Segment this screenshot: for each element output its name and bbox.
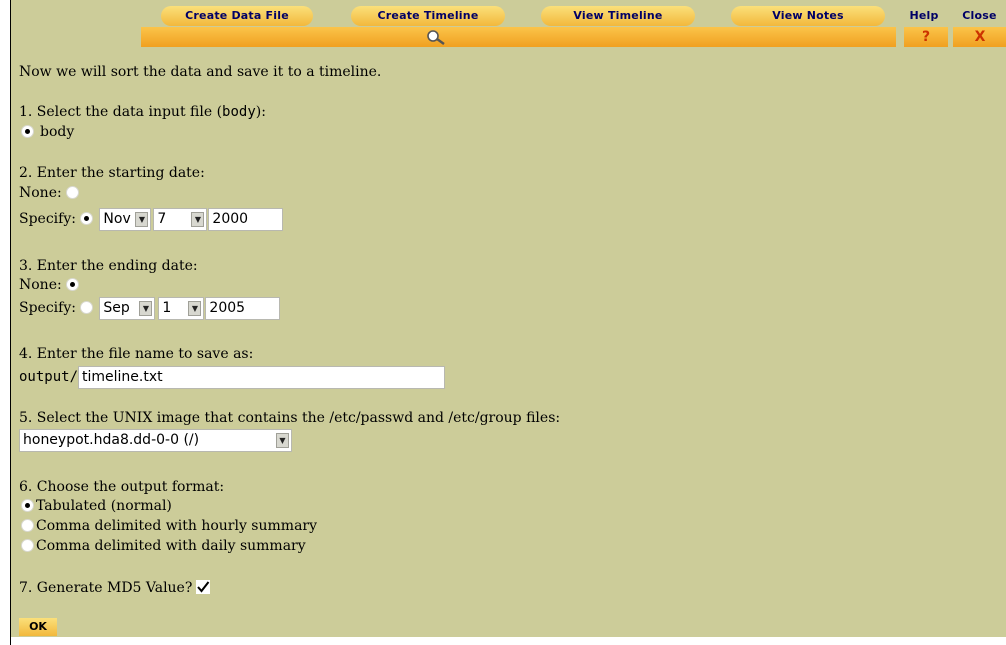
tab-help[interactable]: Help (902, 6, 946, 26)
end-day-value: 1 (162, 299, 172, 316)
tab-view-timeline[interactable]: View Timeline (541, 6, 695, 26)
end-day-select[interactable]: 1 ▼ (158, 296, 205, 320)
checkmark-icon (197, 581, 210, 593)
format-label-hourly: Comma delimited with hourly summary (36, 518, 318, 534)
tab-view-notes-label: View Notes (772, 9, 844, 22)
nav-tabs-row: Create Data File Create Timeline View Ti… (11, 6, 1006, 26)
start-none-row: None: (19, 183, 85, 203)
start-month-select[interactable]: Nov ▼ (99, 207, 152, 231)
close-icon[interactable]: X (962, 27, 998, 47)
body-radio-label: body (40, 124, 75, 140)
end-specify-row: Specify: Sep ▼ 1 ▼ 2005 (19, 296, 281, 320)
end-none-row: None: (19, 275, 85, 295)
format-radio-hourly[interactable] (21, 518, 34, 532)
format-radio-tabulated[interactable] (21, 498, 34, 512)
tab-close[interactable]: Close (953, 6, 1006, 26)
step5-heading: 5. Select the UNIX image that contains t… (19, 410, 561, 426)
format-radio-daily[interactable] (21, 538, 34, 552)
end-month-select[interactable]: Sep ▼ (99, 296, 156, 320)
md5-label: 7. Generate MD5 Value? (19, 580, 193, 596)
format-option-1: Comma delimited with hourly summary (21, 516, 317, 536)
end-month-value: Sep (103, 299, 130, 316)
ok-button[interactable]: OK (19, 618, 57, 636)
start-year-input[interactable]: 2000 (208, 207, 284, 231)
step1-heading: 1. Select the data input file (body): (19, 102, 266, 122)
tab-create-timeline[interactable]: Create Timeline (351, 6, 505, 26)
md5-checkbox[interactable] (196, 580, 211, 594)
tab-view-notes[interactable]: View Notes (731, 6, 885, 26)
unix-image-select[interactable]: honeypot.hda8.dd-0-0 (/) ▼ (19, 428, 292, 452)
top-navigation: Create Data File Create Timeline View Ti… (11, 0, 1006, 47)
format-option-2: Comma delimited with daily summary (21, 536, 306, 556)
unix-image-value: honeypot.hda8.dd-0-0 (/) (23, 431, 200, 448)
end-none-radio[interactable] (66, 277, 80, 291)
output-prefix: output/ (19, 369, 79, 385)
timeline-page: Create Data File Create Timeline View Ti… (11, 0, 1006, 637)
chevron-down-icon: ▼ (135, 211, 149, 227)
timeline-form: Now we will sort the data and save it to… (11, 47, 1006, 637)
tab-view-timeline-label: View Timeline (573, 9, 663, 22)
help-icon[interactable]: ? (908, 27, 944, 47)
end-specify-label: Specify: (19, 300, 76, 316)
step1-label-suffix: ): (255, 104, 266, 120)
help-symbol: ? (921, 29, 931, 45)
md5-row: 7. Generate MD5 Value? (19, 578, 211, 598)
start-specify-row: Specify: Nov ▼ 7 ▼ 2000 (19, 207, 284, 231)
step2-heading: 2. Enter the starting date: (19, 165, 205, 181)
chevron-down-icon: ▼ (139, 300, 153, 316)
start-none-label: None: (19, 185, 62, 201)
tab-create-timeline-label: Create Timeline (377, 9, 479, 22)
magnifier-icon[interactable] (424, 29, 448, 45)
filename-row: output/timeline.txt (19, 365, 446, 389)
end-specify-radio[interactable] (80, 300, 94, 314)
format-option-0: Tabulated (normal) (21, 496, 172, 516)
start-specify-radio[interactable] (80, 211, 94, 225)
start-none-radio[interactable] (66, 185, 80, 199)
start-month-value: Nov (103, 210, 131, 227)
close-symbol: X (974, 29, 986, 45)
end-year-input[interactable]: 2005 (205, 296, 281, 320)
start-day-select[interactable]: 7 ▼ (153, 207, 208, 231)
body-radio[interactable] (21, 124, 34, 138)
intro-text: Now we will sort the data and save it to… (19, 64, 382, 80)
format-label-daily: Comma delimited with daily summary (36, 538, 306, 554)
step1-label-mono: body (222, 104, 256, 120)
start-day-value: 7 (157, 210, 167, 227)
chevron-down-icon: ▼ (191, 211, 205, 227)
start-specify-label: Specify: (19, 211, 76, 227)
step6-heading: 6. Choose the output format: (19, 479, 225, 495)
step1-option-row: body (19, 122, 74, 142)
step4-heading: 4. Enter the file name to save as: (19, 346, 254, 362)
tab-close-label: Close (962, 9, 997, 22)
filename-input[interactable]: timeline.txt (78, 365, 446, 389)
end-none-label: None: (19, 277, 62, 293)
format-label-tabulated: Tabulated (normal) (36, 498, 172, 514)
chevron-down-icon: ▼ (276, 432, 289, 448)
tab-create-data-file-label: Create Data File (185, 9, 289, 22)
tab-help-label: Help (909, 9, 939, 22)
step3-heading: 3. Enter the ending date: (19, 258, 198, 274)
chevron-down-icon: ▼ (188, 300, 202, 316)
nav-icons-row: ? X (11, 27, 1006, 47)
tab-create-data-file[interactable]: Create Data File (161, 6, 313, 26)
image-select-row: honeypot.hda8.dd-0-0 (/) ▼ (19, 428, 292, 452)
step1-label-prefix: 1. Select the data input file ( (19, 104, 223, 120)
nav-orange-bar (141, 27, 896, 47)
